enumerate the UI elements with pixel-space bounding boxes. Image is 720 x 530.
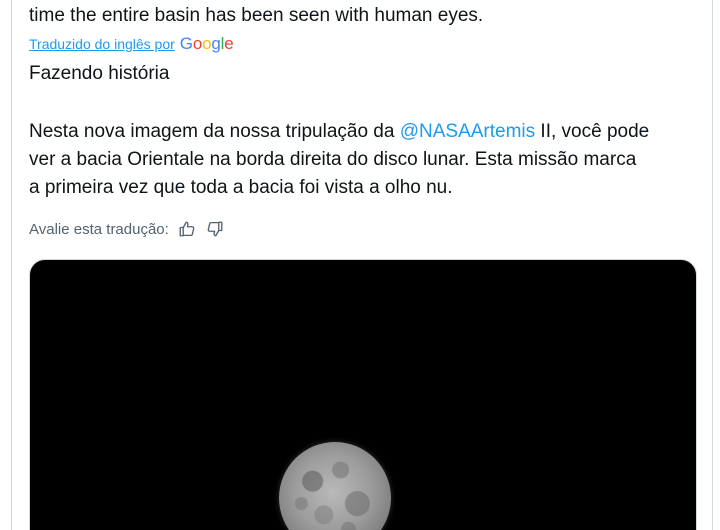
card-border-left [11, 0, 12, 530]
thumbs-down-icon [207, 221, 223, 237]
translated-body: Nesta nova imagem da nossa tripulação da… [29, 118, 699, 202]
translation-attribution: Traduzido do inglês por Google [29, 34, 234, 54]
body-line-1-start: Nesta nova imagem da nossa tripulação da [29, 121, 400, 142]
moon-photo [279, 442, 391, 530]
tweet-media-image[interactable] [29, 259, 697, 530]
body-line-1-end: II, você pode [535, 121, 650, 142]
mention-link[interactable]: @NASAArtemis [400, 121, 535, 142]
body-line-3: a primeira vez que toda a bacia foi vist… [29, 177, 453, 198]
thumbs-up-button[interactable] [177, 219, 197, 239]
thumbs-down-button[interactable] [205, 219, 225, 239]
rate-translation-label: Avalie esta tradução: [29, 220, 169, 238]
translated-title: Fazendo história [29, 63, 170, 84]
thumbs-up-icon [179, 221, 195, 237]
body-line-1: Nesta nova imagem da nossa tripulação da… [29, 118, 699, 146]
rate-translation-row: Avalie esta tradução: [29, 219, 225, 239]
google-logo: Google [179, 34, 234, 53]
translated-by-link[interactable]: Traduzido do inglês por [29, 36, 175, 52]
card-border-right [712, 0, 713, 530]
body-line-2: ver a bacia Orientale na borda direita d… [29, 149, 637, 170]
original-text-line: time the entire basin has been seen with… [29, 5, 484, 26]
